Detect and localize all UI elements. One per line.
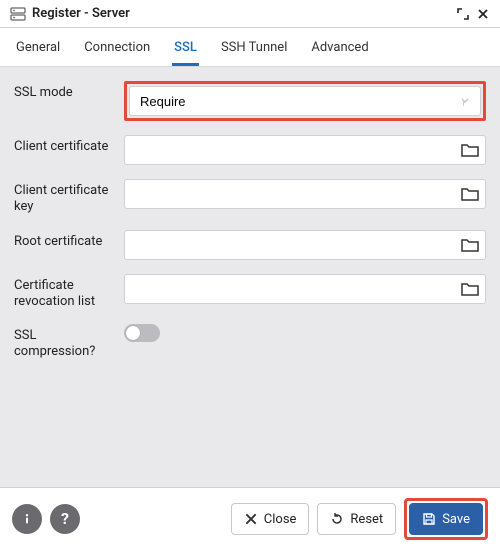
tab-ssh-tunnel[interactable]: SSH Tunnel (219, 36, 289, 66)
folder-icon[interactable] (458, 182, 482, 206)
save-button-label: Save (442, 512, 470, 527)
save-icon (422, 512, 436, 526)
ssl-mode-select[interactable] (129, 86, 481, 116)
server-icon (10, 7, 26, 21)
folder-icon[interactable] (458, 233, 482, 257)
dialog-title: Register - Server (32, 6, 130, 21)
tab-advanced[interactable]: Advanced (309, 36, 370, 66)
info-button[interactable] (12, 504, 42, 534)
crl-label: Certificate revocation list (14, 274, 114, 311)
x-icon (244, 512, 258, 526)
help-button[interactable]: ? (50, 504, 80, 534)
tab-ssl[interactable]: SSL (172, 36, 199, 66)
folder-icon[interactable] (458, 277, 482, 301)
root-cert-input[interactable] (124, 230, 486, 260)
close-button-label: Close (264, 512, 297, 527)
folder-icon[interactable] (458, 138, 482, 162)
client-cert-key-label: Client certificate key (14, 179, 114, 216)
dialog-header: Register - Server (0, 0, 500, 28)
ssl-compression-toggle[interactable] (124, 324, 160, 342)
reset-button-label: Reset (350, 512, 383, 527)
save-button[interactable]: Save (409, 503, 483, 535)
client-cert-label: Client certificate (14, 135, 114, 155)
client-cert-input[interactable] (124, 135, 486, 165)
ssl-compression-label: SSL compression? (14, 324, 114, 361)
close-button[interactable]: Close (231, 503, 310, 535)
tab-connection[interactable]: Connection (82, 36, 152, 66)
reset-icon (330, 512, 344, 526)
expand-icon[interactable] (456, 7, 470, 21)
form-body: SSL mode Client certificate Client certi… (0, 67, 500, 487)
client-cert-key-input[interactable] (124, 179, 486, 209)
root-cert-label: Root certificate (14, 230, 114, 250)
question-icon: ? (61, 511, 69, 527)
tab-general[interactable]: General (14, 36, 62, 66)
reset-button[interactable]: Reset (317, 503, 396, 535)
tab-bar: General Connection SSL SSH Tunnel Advanc… (0, 28, 500, 67)
dialog-footer: ? Close Reset Save (0, 487, 500, 550)
ssl-mode-label: SSL mode (14, 81, 114, 101)
close-icon[interactable] (476, 7, 490, 21)
crl-input[interactable] (124, 274, 486, 304)
